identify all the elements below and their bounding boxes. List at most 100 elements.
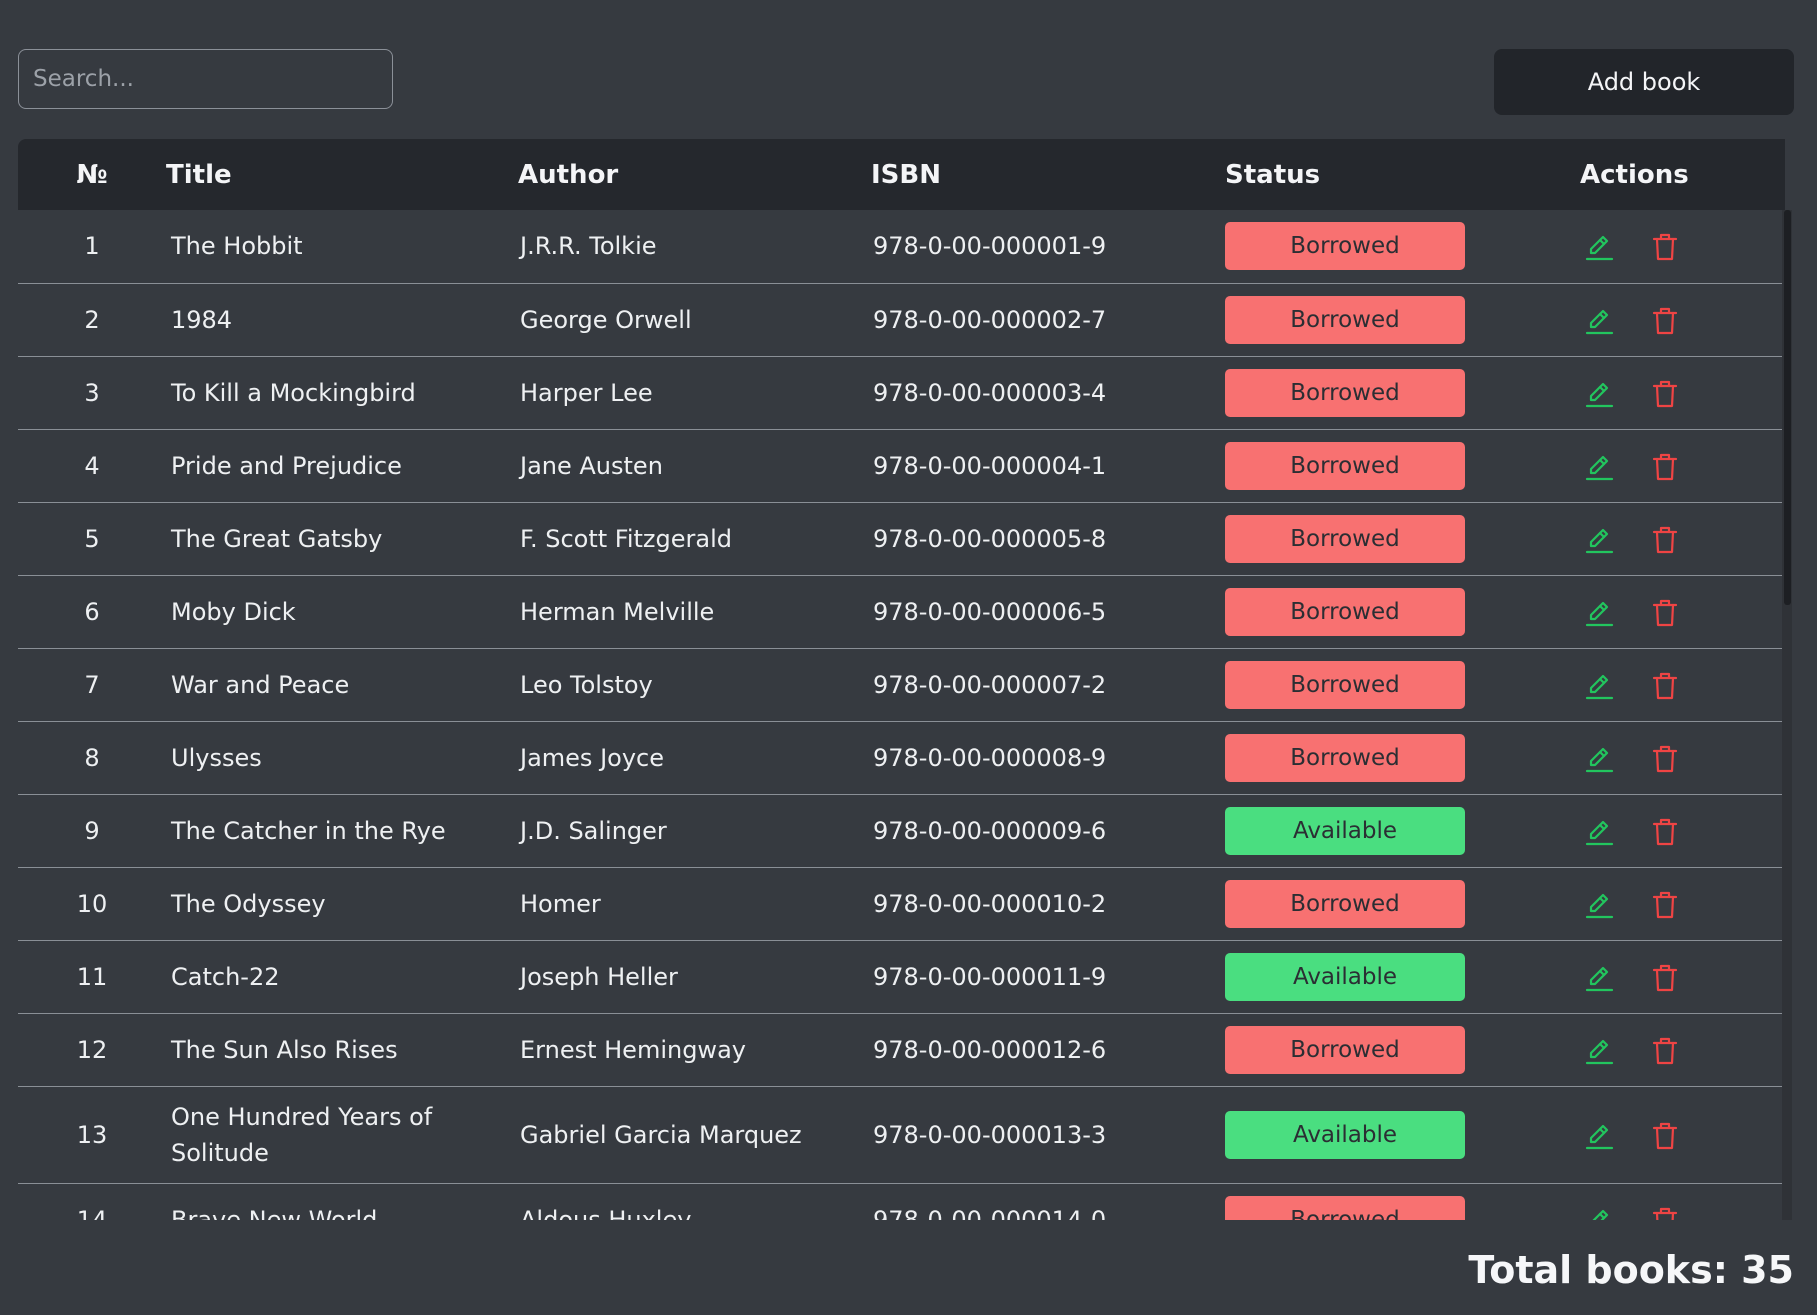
row-number: 10 [76,889,108,918]
pencil-icon[interactable] [1582,1119,1616,1153]
add-book-button[interactable]: Add book [1494,49,1794,115]
table-row: 14 Brave New World Aldous Huxley 978-0-0… [18,1183,1785,1220]
book-title: To Kill a Mockingbird [171,378,416,407]
book-author: Aldous Huxley [520,1205,692,1221]
header-number: № [76,159,108,190]
pencil-icon[interactable] [1582,377,1616,411]
pencil-icon[interactable] [1582,230,1616,264]
status-cell: Borrowed [1225,721,1580,794]
status-badge: Borrowed [1225,587,1465,636]
book-isbn: 978-0-00-000009-6 [873,816,1107,845]
book-title: The Hobbit [171,232,303,261]
pencil-icon[interactable] [1582,596,1616,630]
book-isbn: 978-0-00-000013-3 [873,1120,1107,1149]
trash-icon[interactable] [1648,888,1682,922]
status-badge: Borrowed [1225,222,1465,271]
status-badge: Borrowed [1225,295,1465,344]
pencil-icon[interactable] [1582,1034,1616,1068]
status-cell: Borrowed [1225,356,1580,429]
actions-cell [1580,1183,1785,1220]
table-body: 1 The Hobbit J.R.R. Tolkie 978-0-00-0000… [18,210,1785,1220]
pencil-icon[interactable] [1582,961,1616,995]
total-books: Total books: 35 [1468,1248,1794,1292]
book-author: James Joyce [520,743,664,772]
actions-cell [1580,721,1785,794]
table-header-row: № Title Author ISBN Status Actions [18,139,1785,210]
trash-icon[interactable] [1648,304,1682,338]
book-author: Homer [520,889,601,918]
status-cell: Borrowed [1225,429,1580,502]
status-cell: Borrowed [1225,1013,1580,1086]
book-title: The Odyssey [171,889,326,918]
status-badge: Available [1225,952,1465,1001]
book-author: Gabriel Garcia Marquez [520,1120,802,1149]
trash-icon[interactable] [1648,523,1682,557]
row-number: 14 [76,1205,108,1221]
status-badge: Available [1225,1110,1465,1159]
trash-icon[interactable] [1648,742,1682,776]
book-title: Brave New World [171,1205,378,1221]
pencil-icon[interactable] [1582,304,1616,338]
pencil-icon[interactable] [1582,669,1616,703]
actions-cell [1580,429,1785,502]
book-author: J.D. Salinger [520,816,667,845]
actions-cell [1580,648,1785,721]
actions-cell [1580,867,1785,940]
table-row: 11 Catch-22 Joseph Heller 978-0-00-00001… [18,940,1785,1013]
pencil-icon[interactable] [1582,450,1616,484]
table-row: 6 Moby Dick Herman Melville 978-0-00-000… [18,575,1785,648]
trash-icon[interactable] [1648,1119,1682,1153]
book-author: Joseph Heller [520,962,678,991]
status-cell: Borrowed [1225,1183,1580,1220]
trash-icon[interactable] [1648,961,1682,995]
pencil-icon[interactable] [1582,888,1616,922]
book-isbn: 978-0-00-000007-2 [873,670,1107,699]
pencil-icon[interactable] [1582,815,1616,849]
pencil-icon[interactable] [1582,523,1616,557]
row-number: 12 [76,1035,108,1064]
book-author: F. Scott Fitzgerald [520,524,732,553]
table-row: 9 The Catcher in the Rye J.D. Salinger 9… [18,794,1785,867]
table-row: 13 One Hundred Years of Solitude Gabriel… [18,1086,1785,1183]
trash-icon[interactable] [1648,815,1682,849]
book-title: Pride and Prejudice [171,451,402,480]
trash-icon[interactable] [1648,1034,1682,1068]
book-author: George Orwell [520,305,692,334]
trash-icon[interactable] [1648,669,1682,703]
actions-cell [1580,1013,1785,1086]
status-badge: Borrowed [1225,1195,1465,1220]
header-actions: Actions [1580,159,1689,190]
header-isbn: ISBN [871,159,941,190]
book-isbn: 978-0-00-000012-6 [873,1035,1107,1064]
status-cell: Borrowed [1225,283,1580,356]
trash-icon[interactable] [1648,1204,1682,1220]
book-author: Harper Lee [520,378,653,407]
book-isbn: 978-0-00-000008-9 [873,743,1107,772]
table-scrollbar-thumb[interactable] [1784,210,1791,605]
book-title: The Sun Also Rises [171,1035,398,1064]
book-title: Catch-22 [171,962,280,991]
trash-icon[interactable] [1648,450,1682,484]
row-number: 9 [84,816,100,845]
trash-icon[interactable] [1648,377,1682,411]
book-isbn: 978-0-00-000002-7 [873,305,1107,334]
trash-icon[interactable] [1648,596,1682,630]
status-badge: Borrowed [1225,514,1465,563]
book-isbn: 978-0-00-000003-4 [873,378,1107,407]
table-row: 8 Ulysses James Joyce 978-0-00-000008-9 … [18,721,1785,794]
row-number: 1 [84,232,100,261]
actions-cell [1580,1086,1785,1183]
status-badge: Borrowed [1225,660,1465,709]
book-isbn: 978-0-00-000004-1 [873,451,1107,480]
book-title: The Great Gatsby [171,524,383,553]
table-row: 12 The Sun Also Rises Ernest Hemingway 9… [18,1013,1785,1086]
trash-icon[interactable] [1648,230,1682,264]
search-input[interactable] [18,49,393,109]
pencil-icon[interactable] [1582,1204,1616,1220]
actions-cell [1580,940,1785,1013]
book-author: J.R.R. Tolkie [520,232,657,261]
pencil-icon[interactable] [1582,742,1616,776]
actions-cell [1580,356,1785,429]
book-isbn: 978-0-00-000006-5 [873,597,1107,626]
book-isbn: 978-0-00-000005-8 [873,524,1107,553]
